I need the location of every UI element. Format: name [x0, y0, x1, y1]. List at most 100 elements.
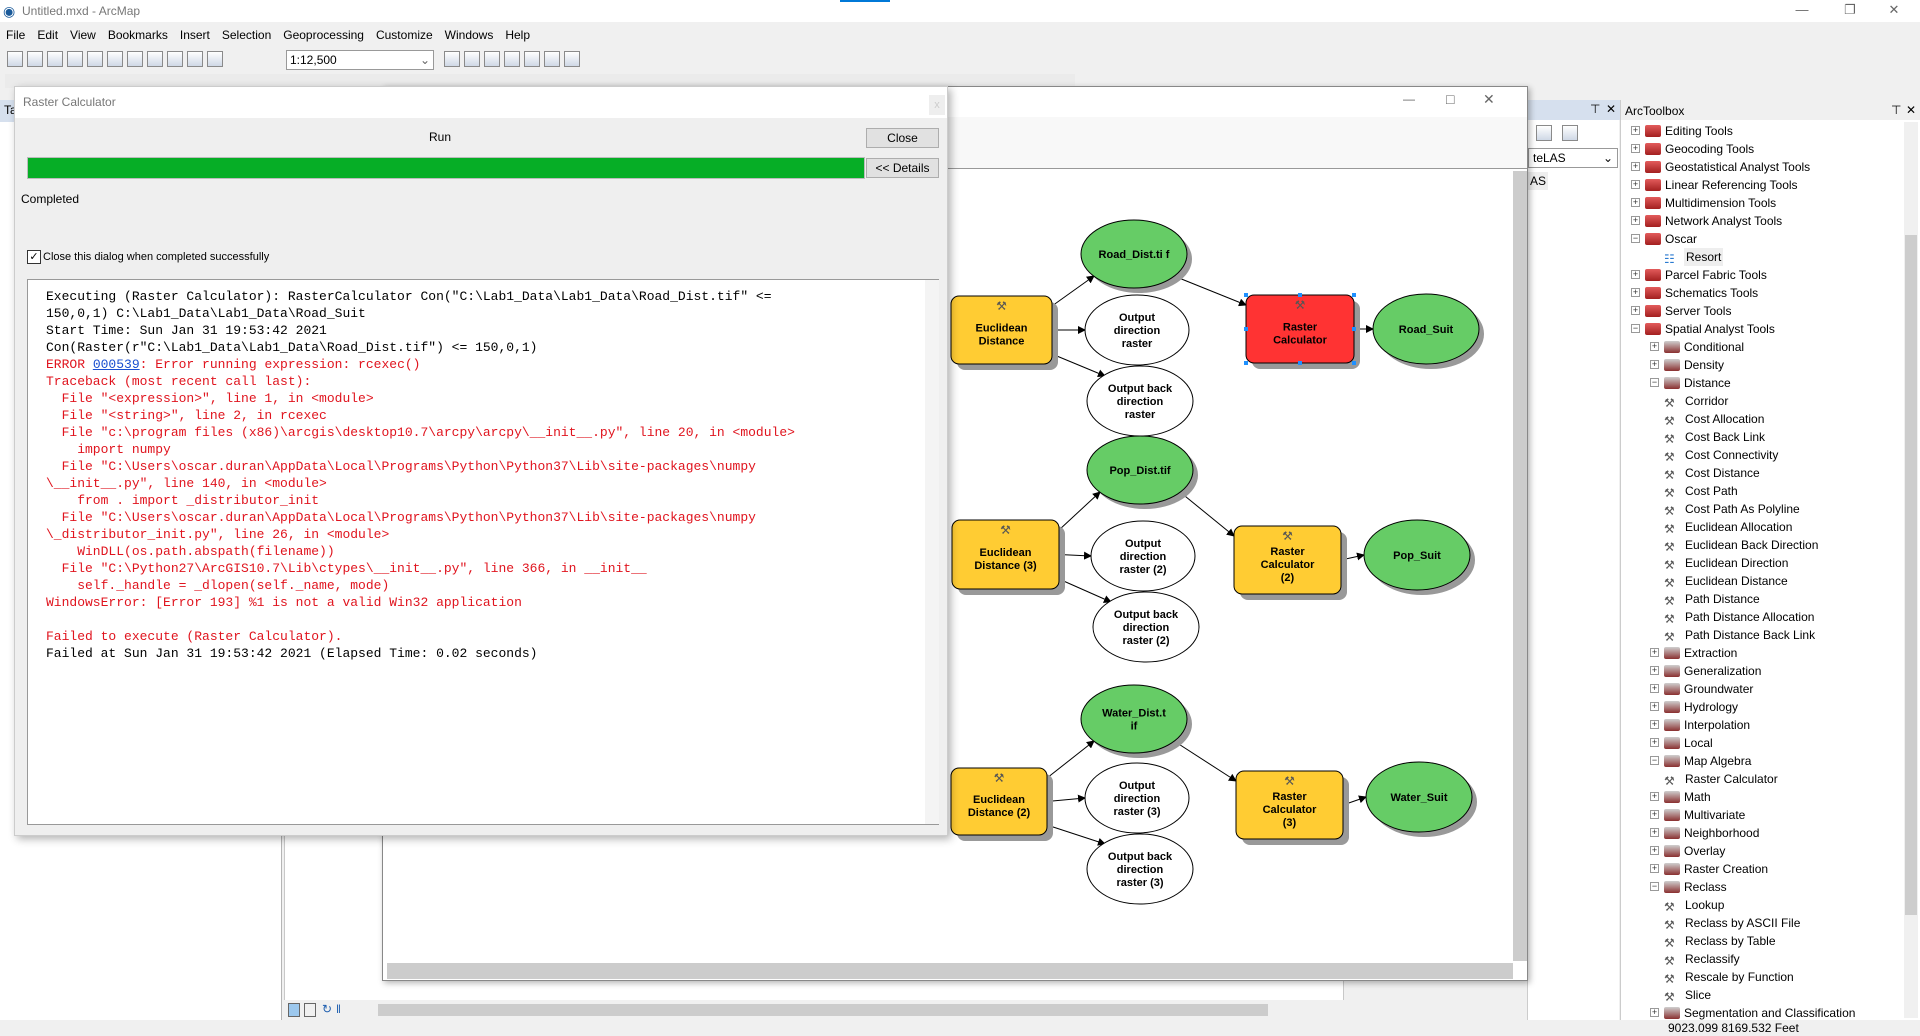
- cut-icon[interactable]: [87, 51, 103, 67]
- copy-icon[interactable]: [107, 51, 123, 67]
- expand-icon[interactable]: +: [1650, 684, 1659, 693]
- expand-icon[interactable]: +: [1631, 180, 1640, 189]
- expand-icon[interactable]: +: [1650, 342, 1659, 351]
- arctoolbox-icon[interactable]: [524, 51, 540, 67]
- catalog-icon[interactable]: [484, 51, 500, 67]
- toolbox-item[interactable]: + Schematics Tools: [1621, 284, 1905, 302]
- toolbox-item[interactable]: ⚒ Cost Allocation: [1621, 410, 1905, 428]
- close-when-complete-checkbox[interactable]: ✓: [27, 250, 41, 264]
- toolbox-item[interactable]: − Distance: [1621, 374, 1905, 392]
- menu-help[interactable]: Help: [499, 25, 536, 42]
- expand-icon[interactable]: +: [1631, 306, 1640, 315]
- menu-selection[interactable]: Selection: [216, 25, 277, 42]
- toolbox-item[interactable]: + Geocoding Tools: [1621, 140, 1905, 158]
- expand-icon[interactable]: +: [1650, 1008, 1659, 1017]
- menu-insert[interactable]: Insert: [174, 25, 216, 42]
- toolbox-item[interactable]: + Editing Tools: [1621, 122, 1905, 140]
- connect-folder-icon[interactable]: [1536, 125, 1552, 141]
- expand-icon[interactable]: +: [1650, 666, 1659, 675]
- toolbox-item[interactable]: + Raster Creation: [1621, 860, 1905, 878]
- undo-icon[interactable]: [167, 51, 183, 67]
- new-icon[interactable]: [7, 51, 23, 67]
- toolbox-item[interactable]: + Overlay: [1621, 842, 1905, 860]
- canvas-horizontal-scrollbar[interactable]: [387, 963, 1513, 979]
- redo-icon[interactable]: [187, 51, 203, 67]
- expand-icon[interactable]: +: [1650, 828, 1659, 837]
- toolbox-item[interactable]: + Local: [1621, 734, 1905, 752]
- menu-edit[interactable]: Edit: [31, 25, 64, 42]
- toolbox-item[interactable]: ⚒ Cost Path As Polyline: [1621, 500, 1905, 518]
- selection-handle[interactable]: [1352, 293, 1356, 297]
- selection-handle[interactable]: [1298, 293, 1302, 297]
- expand-icon[interactable]: +: [1650, 792, 1659, 801]
- selection-handle[interactable]: [1352, 361, 1356, 365]
- close-icon[interactable]: ✕: [1906, 103, 1916, 117]
- menu-view[interactable]: View: [64, 25, 102, 42]
- toolbox-item[interactable]: + Groundwater: [1621, 680, 1905, 698]
- close-button[interactable]: Close: [866, 128, 939, 148]
- search-icon[interactable]: [504, 51, 520, 67]
- open-icon[interactable]: [27, 51, 43, 67]
- pause-icon[interactable]: ‖: [336, 1002, 341, 1016]
- toolbox-item[interactable]: ⚒ Reclassify: [1621, 950, 1905, 968]
- toolbox-item[interactable]: ⚒ Euclidean Distance: [1621, 572, 1905, 590]
- canvas-vertical-scrollbar[interactable]: [1513, 171, 1527, 961]
- toolbox-item[interactable]: ⚒ Corridor: [1621, 392, 1905, 410]
- toolbox-item[interactable]: + Geostatistical Analyst Tools: [1621, 158, 1905, 176]
- expand-icon[interactable]: +: [1631, 162, 1640, 171]
- menu-geoprocessing[interactable]: Geoprocessing: [277, 25, 370, 42]
- expand-icon[interactable]: +: [1631, 270, 1640, 279]
- expand-icon[interactable]: +: [1650, 738, 1659, 747]
- maximize-button[interactable]: ❐: [1830, 2, 1870, 18]
- minimize-button[interactable]: —: [1782, 2, 1822, 17]
- toolbox-item[interactable]: ⚒ Reclass by Table: [1621, 932, 1905, 950]
- collapse-icon[interactable]: −: [1650, 378, 1659, 387]
- toolbox-item[interactable]: ⚒ Cost Distance: [1621, 464, 1905, 482]
- menu-bookmarks[interactable]: Bookmarks: [102, 25, 174, 42]
- refresh-icon[interactable]: ↻: [322, 1002, 332, 1016]
- toolbox-item[interactable]: ⚒ Rescale by Function: [1621, 968, 1905, 986]
- toolbox-item[interactable]: + Parcel Fabric Tools: [1621, 266, 1905, 284]
- minimize-button[interactable]: —: [1403, 92, 1415, 106]
- toolbox-item[interactable]: + Linear Referencing Tools: [1621, 176, 1905, 194]
- toolbox-scrollbar-thumb[interactable]: [1905, 235, 1917, 915]
- toolbox-item[interactable]: ⚒ Path Distance Allocation: [1621, 608, 1905, 626]
- toolbox-item[interactable]: ⚒ Path Distance: [1621, 590, 1905, 608]
- toolbox-item[interactable]: ☷ Resort: [1621, 248, 1905, 266]
- python-icon[interactable]: [544, 51, 560, 67]
- toolbox-item[interactable]: + Generalization: [1621, 662, 1905, 680]
- toolbox-item[interactable]: ⚒ Reclass by ASCII File: [1621, 914, 1905, 932]
- toolbox-item[interactable]: ⚒ Cost Connectivity: [1621, 446, 1905, 464]
- toolbox-item[interactable]: ⚒ Euclidean Direction: [1621, 554, 1905, 572]
- collapse-icon[interactable]: −: [1650, 882, 1659, 891]
- editor-icon[interactable]: [444, 51, 460, 67]
- toolbox-item[interactable]: ⚒ Raster Calculator: [1621, 770, 1905, 788]
- expand-icon[interactable]: +: [1631, 126, 1640, 135]
- toolbox-item[interactable]: + Extraction: [1621, 644, 1905, 662]
- catalog-item[interactable]: AS: [1528, 172, 1549, 190]
- expand-icon[interactable]: +: [1631, 216, 1640, 225]
- menu-file[interactable]: File: [0, 25, 31, 42]
- toc-icon[interactable]: [464, 51, 480, 67]
- toolbox-item[interactable]: − Map Algebra: [1621, 752, 1905, 770]
- toolbox-item[interactable]: + Conditional: [1621, 338, 1905, 356]
- pin-icon[interactable]: ⊤: [1590, 102, 1600, 116]
- horizontal-scrollbar[interactable]: [378, 1004, 1268, 1016]
- details-button[interactable]: << Details: [866, 158, 939, 178]
- print-icon[interactable]: [67, 51, 83, 67]
- expand-icon[interactable]: +: [1631, 144, 1640, 153]
- toolbox-item[interactable]: ⚒ Slice: [1621, 986, 1905, 1004]
- toolbox-item[interactable]: − Reclass: [1621, 878, 1905, 896]
- delete-icon[interactable]: [147, 51, 163, 67]
- toolbox-item[interactable]: + Multidimension Tools: [1621, 194, 1905, 212]
- modelbuilder-icon[interactable]: [564, 51, 580, 67]
- expand-icon[interactable]: +: [1631, 288, 1640, 297]
- toolbox-item[interactable]: ⚒ Lookup: [1621, 896, 1905, 914]
- close-button[interactable]: ✕: [1483, 91, 1495, 108]
- expand-icon[interactable]: +: [1631, 198, 1640, 207]
- save-icon[interactable]: [47, 51, 63, 67]
- data-view-icon[interactable]: [288, 1003, 300, 1017]
- collapse-icon[interactable]: −: [1650, 756, 1659, 765]
- expand-icon[interactable]: +: [1650, 864, 1659, 873]
- paste-icon[interactable]: [127, 51, 143, 67]
